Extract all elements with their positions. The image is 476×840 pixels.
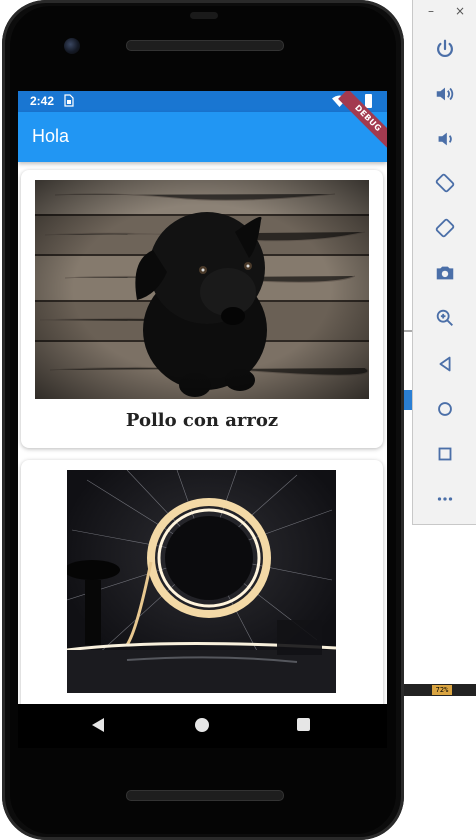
sim-card-icon — [64, 94, 74, 107]
page-title: Hola — [32, 126, 70, 146]
power-icon[interactable] — [432, 36, 458, 62]
home-icon[interactable] — [432, 396, 458, 422]
more-icon[interactable] — [432, 486, 458, 512]
bottom-speaker — [126, 790, 284, 801]
status-bar: 2:42 — [18, 91, 387, 112]
front-camera — [64, 38, 80, 54]
battery-icon — [365, 94, 372, 108]
emulator-toolbar: – × — [412, 0, 476, 525]
home-nav-icon[interactable] — [195, 718, 209, 732]
back-icon[interactable] — [432, 351, 458, 377]
card-image-puppy — [35, 180, 369, 399]
rotate-right-icon[interactable] — [432, 215, 458, 241]
app-bar: Hola — [18, 112, 387, 162]
list-item[interactable] — [21, 460, 383, 704]
camera-icon[interactable] — [432, 260, 458, 286]
earpiece — [190, 12, 218, 19]
card-list[interactable]: Pollo con arroz — [18, 162, 387, 704]
status-time: 2:42 — [30, 94, 55, 108]
card-title: Pollo con arroz — [125, 410, 279, 431]
card-image-light-circle — [67, 470, 336, 693]
rotate-left-icon[interactable] — [432, 170, 458, 196]
volume-up-icon[interactable] — [432, 81, 458, 107]
list-item[interactable]: Pollo con arroz — [21, 170, 383, 448]
minimize-button[interactable]: – — [428, 4, 434, 18]
overview-icon[interactable] — [432, 441, 458, 467]
recent-apps-icon[interactable] — [297, 718, 310, 731]
zoom-icon[interactable] — [432, 305, 458, 331]
volume-down-icon[interactable] — [432, 126, 458, 152]
back-nav-icon[interactable] — [92, 718, 104, 732]
close-button[interactable]: × — [455, 4, 465, 18]
navigation-bar — [18, 704, 387, 748]
app-screen: 2:42 Hola DEBUG Pollo con arroz — [18, 91, 387, 704]
desktop-battery-indicator: 72% — [432, 685, 452, 695]
top-speaker — [126, 40, 284, 51]
